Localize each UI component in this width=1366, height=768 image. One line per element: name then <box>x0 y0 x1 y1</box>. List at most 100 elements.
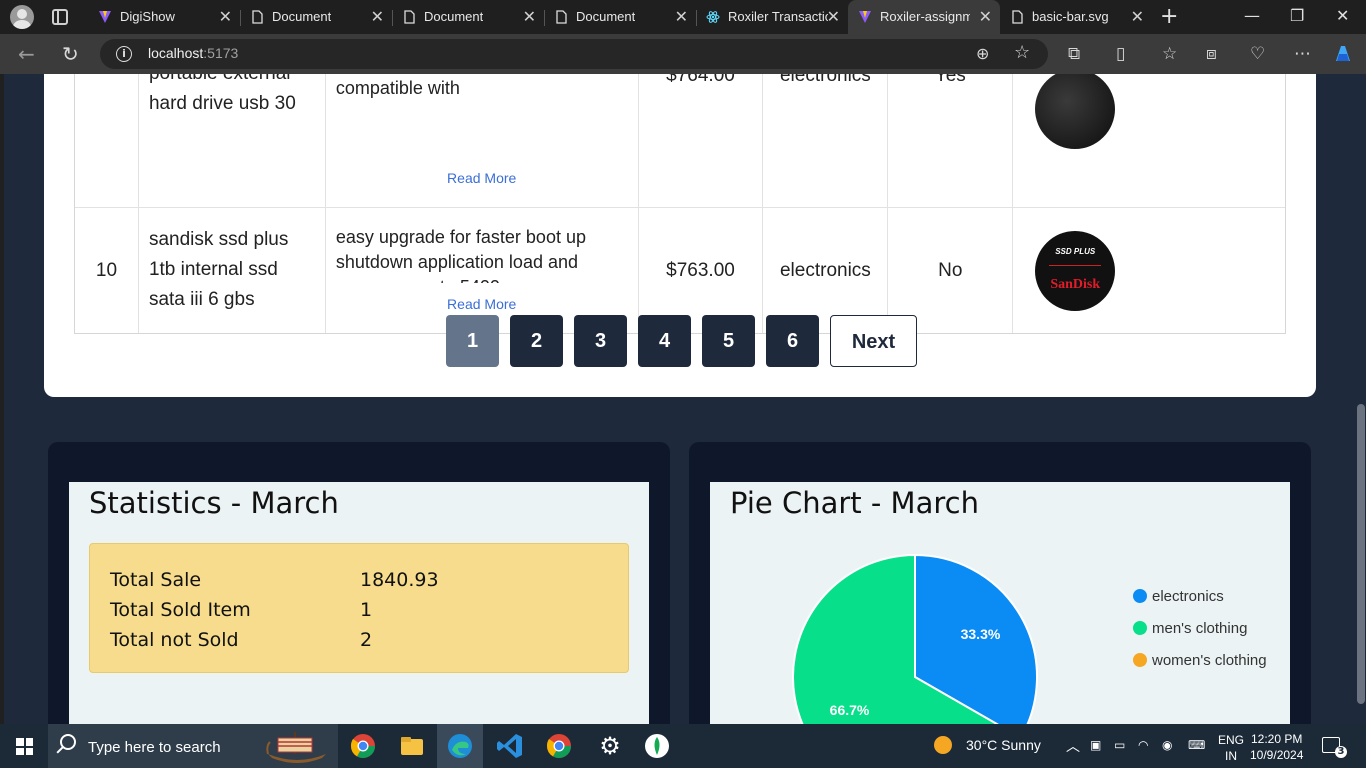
page-button-2[interactable]: 2 <box>510 315 563 367</box>
copilot-icon[interactable] <box>1332 43 1354 65</box>
tab-title: DigiShow <box>120 9 175 24</box>
battery-icon[interactable]: ▭ <box>1114 738 1125 752</box>
tab-document-3[interactable]: Document ✕ <box>544 0 696 34</box>
taskbar-search[interactable]: Type here to search <box>48 724 338 768</box>
vscode-icon[interactable] <box>496 732 524 760</box>
close-icon[interactable]: ✕ <box>827 7 840 27</box>
close-icon[interactable]: ✕ <box>979 7 992 27</box>
cell-image: SSD PLUS SanDisk <box>1013 208 1285 333</box>
close-icon[interactable]: ✕ <box>523 7 536 27</box>
read-more-link[interactable]: Read More <box>326 166 638 191</box>
clock[interactable]: 12:20 PM 10/9/2024 <box>1250 731 1303 763</box>
close-icon[interactable]: ✕ <box>219 7 232 27</box>
site-info-icon[interactable]: i <box>116 46 132 62</box>
refresh-button[interactable]: ↻ <box>62 42 79 66</box>
cell-image <box>1013 74 1285 207</box>
url-text[interactable]: localhost:5173 <box>148 45 238 61</box>
sun-icon <box>934 736 952 754</box>
page-button-1[interactable]: 1 <box>446 315 499 367</box>
page-button-4[interactable]: 4 <box>638 315 691 367</box>
pie-data-label: 33.3% <box>961 626 1001 642</box>
legend-item-men-s-clothing[interactable]: men's clothing <box>1133 612 1267 644</box>
close-window-button[interactable]: ✕ <box>1336 6 1349 25</box>
tab-digishow[interactable]: DigiShow ✕ <box>88 0 240 34</box>
file-explorer-icon[interactable] <box>398 732 426 760</box>
tab-document-2[interactable]: Document ✕ <box>392 0 544 34</box>
stat-row-total-sold: Total Sold Item 1 <box>110 599 373 621</box>
legend-swatch <box>1133 653 1147 667</box>
product-image: SSD PLUS SanDisk <box>1035 231 1116 311</box>
scrollbar-thumb[interactable] <box>1357 404 1365 704</box>
legend-swatch <box>1133 589 1147 603</box>
favorite-star-icon[interactable]: ☆ <box>1014 42 1030 63</box>
keyboard-icon[interactable]: ⌨ <box>1188 738 1205 752</box>
address-toolbar: ← ↻ i localhost:5173 ⊕ ☆ ⧉ ▯ ☆ ⧈ ♡ ⋯ <box>0 34 1366 74</box>
cell-title: portable external hard drive usb 30 <box>139 74 326 207</box>
tab-document-1[interactable]: Document ✕ <box>240 0 392 34</box>
viking-ship-icon <box>266 732 326 763</box>
legend-swatch <box>1133 621 1147 635</box>
cell-sold: Yes <box>888 74 1014 207</box>
tab-basic-bar-svg[interactable]: basic-bar.svg ✕ <box>1000 0 1152 34</box>
page-button-6[interactable]: 6 <box>766 315 819 367</box>
pie-chart: 33.3% 66.7% <box>792 553 1038 724</box>
cell-description: easy to use, plug and play compatible wi… <box>326 74 639 207</box>
pie-chart-panel: Pie Chart - March 33.3% 66.7% electronics… <box>689 442 1311 724</box>
edge-taskbar-button[interactable] <box>437 724 483 768</box>
read-more-link[interactable]: Read More <box>326 292 638 317</box>
product-image <box>1035 74 1116 149</box>
page-scrollbar[interactable] <box>1356 74 1366 724</box>
mongodb-icon[interactable] <box>643 732 671 760</box>
next-button[interactable]: Next <box>830 315 917 367</box>
language-indicator[interactable]: ENG IN <box>1218 732 1244 764</box>
tab-roxiler-assignment[interactable]: Roxiler-assignme ✕ <box>848 0 1000 34</box>
close-icon[interactable]: ✕ <box>371 7 384 27</box>
close-icon[interactable]: ✕ <box>675 7 688 27</box>
page-button-3[interactable]: 3 <box>574 315 627 367</box>
collections-icon[interactable]: ⧈ <box>1206 44 1217 64</box>
profile-avatar[interactable] <box>10 5 34 29</box>
start-icon[interactable] <box>16 738 33 755</box>
legend-item-women-s-clothing[interactable]: women's clothing <box>1133 644 1267 676</box>
tray-icon-meet[interactable]: ▣ <box>1090 738 1101 752</box>
back-button[interactable]: ← <box>18 42 35 66</box>
chrome-icon[interactable] <box>349 732 377 760</box>
stat-row-total-sale: Total Sale 1840.93 <box>110 569 439 591</box>
windows-taskbar: Type here to search ⚙ 30°C Sunny ︿ ▣ ▭ ◠… <box>0 724 1366 768</box>
legend-label: electronics <box>1152 587 1224 605</box>
tab-roxiler-transactions[interactable]: Roxiler Transactic ✕ <box>696 0 848 34</box>
statistics-title: Statistics - March <box>89 486 339 520</box>
tab-actions-icon[interactable] <box>52 9 68 25</box>
notification-icon[interactable]: 3 <box>1322 737 1347 758</box>
cell-price: $764.00 <box>639 74 764 207</box>
tab-strip: DigiShow ✕ Document ✕ Document ✕ Documen… <box>0 0 1366 34</box>
pie-data-label: 66.7% <box>830 702 870 718</box>
document-icon <box>556 10 567 24</box>
performance-icon[interactable]: ♡ <box>1250 44 1265 64</box>
chevron-up-icon[interactable]: ︿ <box>1066 736 1080 756</box>
close-icon[interactable]: ✕ <box>1131 7 1144 27</box>
page-button-5[interactable]: 5 <box>702 315 755 367</box>
vite-icon <box>99 11 111 23</box>
split-screen-icon[interactable]: ▯ <box>1116 44 1125 64</box>
minimize-button[interactable]: — <box>1244 6 1260 25</box>
page-viewport: 9 portable external hard drive usb 30 ea… <box>4 74 1356 724</box>
statistics-card: Statistics - March Total Sale 1840.93 Tot… <box>69 482 649 724</box>
settings-gear-icon[interactable]: ⚙ <box>596 732 624 760</box>
chrome-icon[interactable] <box>545 732 573 760</box>
tab-title: Roxiler-assignme <box>880 9 970 24</box>
favorites-icon[interactable]: ☆ <box>1162 44 1177 64</box>
legend-item-electronics[interactable]: electronics <box>1133 580 1267 612</box>
volume-icon[interactable]: ◉ <box>1162 738 1172 752</box>
pie-chart-card: Pie Chart - March 33.3% 66.7% electronics… <box>710 482 1290 724</box>
restore-button[interactable]: ❐ <box>1290 6 1304 25</box>
document-icon <box>1012 10 1023 24</box>
tab-title: basic-bar.svg <box>1032 9 1109 24</box>
new-tab-button[interactable]: + <box>1160 4 1178 29</box>
pagination: 1 2 3 4 5 6 Next <box>446 315 917 368</box>
more-menu-icon[interactable]: ⋯ <box>1294 44 1311 64</box>
zoom-icon[interactable]: ⊕ <box>976 44 989 63</box>
wifi-icon[interactable]: ◠ <box>1138 738 1148 752</box>
extensions-icon[interactable]: ⧉ <box>1068 44 1080 64</box>
address-bar[interactable]: i localhost:5173 ⊕ ☆ <box>100 39 1048 69</box>
